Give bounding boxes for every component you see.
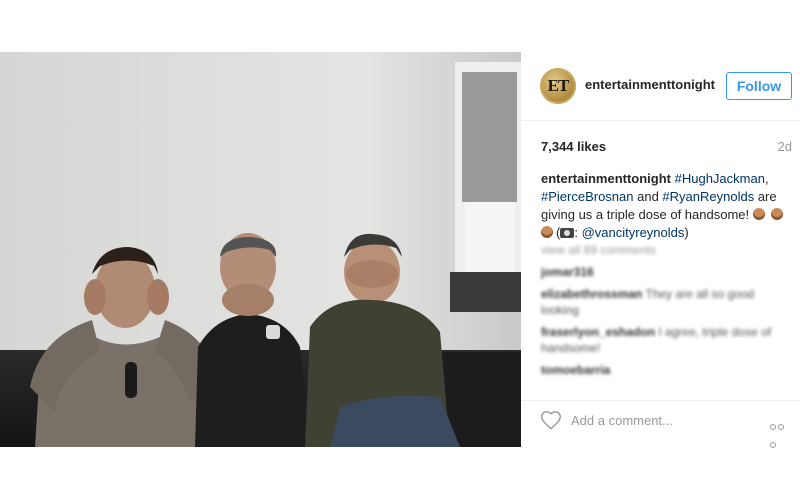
comment-username[interactable]: tomoebarria [541, 363, 610, 377]
post-header: ET entertainmenttonight Follow [521, 52, 800, 121]
add-comment-bar [521, 400, 800, 448]
camera-icon [560, 228, 575, 238]
credit-mention[interactable]: @vancityreynolds [582, 225, 685, 240]
avatar-logo-text: ET [547, 76, 570, 95]
instagram-post-embed: ET entertainmenttonight Follow 7,344 lik… [0, 0, 800, 500]
see-no-evil-monkey-icon [752, 208, 765, 220]
comment-item: elizabethrossman They are all so good lo… [541, 286, 793, 318]
comment-input[interactable] [571, 409, 741, 431]
follow-button[interactable]: Follow [726, 72, 792, 100]
username-link[interactable]: entertainmenttonight [585, 77, 715, 92]
post-caption: entertainmenttonight #HughJackman, #Pier… [541, 170, 793, 242]
avatar[interactable]: ET [540, 68, 576, 104]
comment-username[interactable]: fraserlyon_eshadon [541, 325, 655, 339]
likes-count[interactable]: 7,344 likes [541, 139, 606, 154]
comment-item: jomar316 [541, 264, 793, 280]
heart-icon[interactable] [540, 410, 562, 430]
post-photo-illustration [0, 52, 521, 447]
speak-no-evil-monkey-icon [541, 226, 553, 238]
comment-username[interactable]: jomar316 [541, 265, 594, 279]
comments-list: view all 89 comments jomar316 elizabethr… [541, 242, 793, 402]
post-photo[interactable] [0, 52, 521, 447]
more-options-icon[interactable] [770, 417, 792, 448]
caption-separator: , [764, 171, 769, 186]
hashtag-piercebrosnan[interactable]: #PierceBrosnan [541, 189, 634, 204]
load-more-comments[interactable]: view all 89 comments [541, 242, 793, 258]
comment-username[interactable]: elizabethrossman [541, 287, 642, 301]
caption-username[interactable]: entertainmenttonight [541, 171, 671, 186]
post-age[interactable]: 2d [778, 139, 792, 154]
hashtag-hughjackman[interactable]: #HughJackman [675, 171, 765, 186]
comment-item: tomoebarria [541, 362, 793, 378]
comment-item: fraserlyon_eshadon I agree, triple dose … [541, 324, 793, 356]
hear-no-evil-monkey-icon [771, 208, 784, 220]
credit-suffix: ) [684, 225, 689, 240]
credit-prefix: : [574, 225, 578, 240]
hashtag-ryanreynolds[interactable]: #RyanReynolds [662, 189, 754, 204]
post-sidebar: ET entertainmenttonight Follow 7,344 lik… [521, 52, 800, 448]
caption-and: and [633, 189, 663, 204]
